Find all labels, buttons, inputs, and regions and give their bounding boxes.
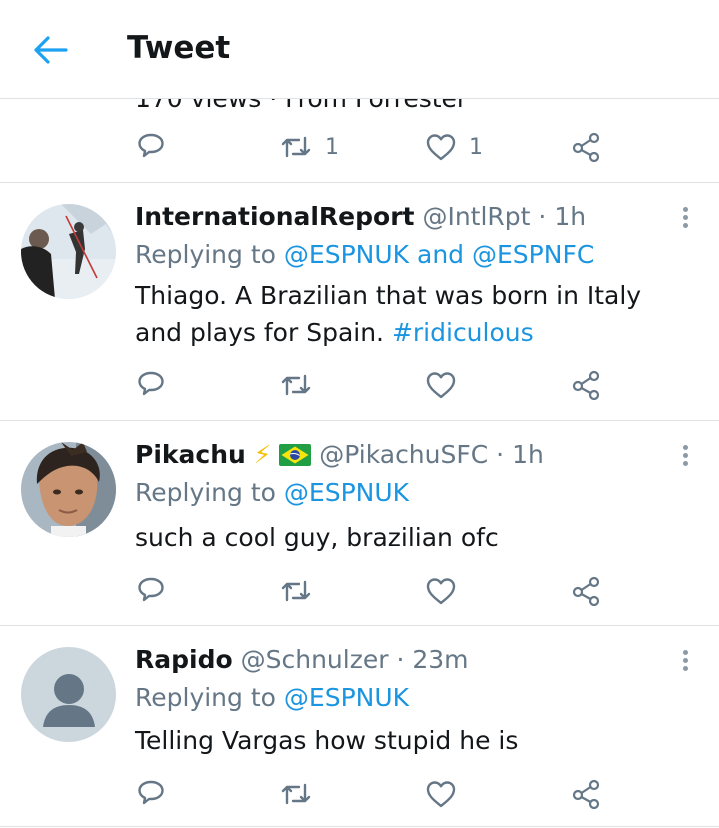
avatar[interactable] xyxy=(21,204,116,299)
avatar-image xyxy=(21,442,116,537)
share-icon xyxy=(572,370,600,400)
heart-icon xyxy=(426,372,456,399)
tweet-text: Thiago. A Brazilian that was born in Ita… xyxy=(135,277,695,351)
more-vertical-icon xyxy=(676,650,694,671)
tweet-actions xyxy=(0,365,719,405)
mention-link[interactable]: @ESPNUK xyxy=(284,683,409,712)
tweet-header: Rapido @Schnulzer · 23m xyxy=(135,645,469,674)
avatar[interactable] xyxy=(21,647,116,742)
tweet-text: such a cool guy, brazilian ofc xyxy=(135,519,695,556)
reply-button[interactable] xyxy=(136,127,166,167)
hashtag-link[interactable]: #ridiculous xyxy=(392,318,534,347)
tweet-body: Telling Vargas how stupid he is xyxy=(135,726,519,755)
share-button[interactable] xyxy=(571,571,601,611)
like-count: 1 xyxy=(469,134,483,160)
lightning-emoji: ⚡ xyxy=(253,440,272,469)
tweet-body: such a cool guy, brazilian ofc xyxy=(135,523,499,552)
user-name[interactable]: Pikachu xyxy=(135,440,246,469)
retweet-count: 1 xyxy=(325,134,339,160)
tweet-actions xyxy=(0,571,719,611)
mention-link[interactable]: @ESPNFC xyxy=(472,240,594,269)
user-name[interactable]: Rapido xyxy=(135,645,233,674)
replying-to: Replying to @ESPNUK xyxy=(135,478,409,507)
tweet-reply[interactable]: Pikachu ⚡ @PikachuSFC · 1h Replying to @… xyxy=(0,421,719,625)
share-icon xyxy=(572,132,600,162)
retweet-icon xyxy=(281,136,311,158)
tweet-text: Telling Vargas how stupid he is xyxy=(135,722,695,759)
more-vertical-icon xyxy=(676,445,694,466)
mention-link[interactable]: @ESPNUK xyxy=(284,478,409,507)
default-avatar-icon xyxy=(21,647,116,742)
retweet-icon xyxy=(281,783,311,805)
top-tweet-actions: 1 1 xyxy=(0,127,719,167)
tweet-time: 23m xyxy=(412,645,469,674)
replying-to-label: Replying to xyxy=(135,683,276,712)
page-title: Tweet xyxy=(127,30,231,66)
heart-icon xyxy=(426,578,456,605)
separator-dot: · xyxy=(538,202,547,231)
reply-button[interactable] xyxy=(136,774,166,814)
more-vertical-icon xyxy=(676,207,694,228)
share-button[interactable] xyxy=(571,127,601,167)
reply-bubble-icon xyxy=(138,780,164,805)
heart-icon xyxy=(426,781,456,808)
separator-dot: · xyxy=(496,440,505,469)
more-options-button[interactable] xyxy=(676,205,694,233)
tweet-reply[interactable]: InternationalReport @IntlRpt · 1h Replyi… xyxy=(0,183,719,419)
replying-to: Replying to @ESPNUK xyxy=(135,683,409,712)
clipped-tweet-meta: 170 views · From Forrester xyxy=(0,98,719,118)
user-handle[interactable]: @PikachuSFC xyxy=(319,440,488,469)
user-handle[interactable]: @IntlRpt xyxy=(422,202,530,231)
tweet-time: 1h xyxy=(512,440,544,469)
avatar-image xyxy=(21,204,116,299)
tweet-views-source: 170 views · From Forrester xyxy=(135,98,468,113)
reply-button[interactable] xyxy=(136,571,166,611)
replying-to: Replying to @ESPNUK and @ESPNFC xyxy=(135,240,594,269)
share-button[interactable] xyxy=(571,774,601,814)
replying-to-label: Replying to xyxy=(135,240,276,269)
heart-icon xyxy=(426,134,456,161)
arrow-left-icon xyxy=(34,36,68,64)
tweet-actions xyxy=(0,774,719,814)
tweet-body: Thiago. A Brazilian that was born in Ita… xyxy=(135,281,642,347)
user-name[interactable]: InternationalReport xyxy=(135,202,415,231)
avatar[interactable] xyxy=(21,442,116,537)
separator-dot: · xyxy=(396,645,405,674)
like-button[interactable] xyxy=(425,365,457,405)
like-button[interactable] xyxy=(425,774,457,814)
and-text: and xyxy=(417,240,465,269)
reply-bubble-icon xyxy=(138,133,164,158)
user-handle[interactable]: @Schnulzer xyxy=(241,645,389,674)
reply-bubble-icon xyxy=(138,371,164,396)
retweet-button[interactable] xyxy=(279,571,313,611)
tweet-header: InternationalReport @IntlRpt · 1h xyxy=(135,202,586,231)
reply-button[interactable] xyxy=(136,365,166,405)
retweet-button[interactable] xyxy=(279,774,313,814)
tweet-reply[interactable]: Rapido @Schnulzer · 23m Replying to @ESP… xyxy=(0,626,719,826)
retweet-button[interactable]: 1 xyxy=(279,127,339,167)
like-button[interactable] xyxy=(425,571,457,611)
tweet-time: 1h xyxy=(554,202,587,231)
back-button[interactable] xyxy=(30,33,70,67)
reply-bubble-icon xyxy=(138,577,164,602)
more-options-button[interactable] xyxy=(676,648,694,676)
replying-to-label: Replying to xyxy=(135,478,276,507)
brazil-flag-icon xyxy=(279,443,312,472)
mention-link[interactable]: @ESPNUK xyxy=(284,240,409,269)
like-button[interactable]: 1 xyxy=(425,127,483,167)
share-button[interactable] xyxy=(571,365,601,405)
retweet-icon xyxy=(281,374,311,396)
more-options-button[interactable] xyxy=(676,443,694,471)
app-header: Tweet xyxy=(0,0,719,99)
retweet-icon xyxy=(281,580,311,602)
share-icon xyxy=(572,576,600,606)
tweet-header: Pikachu ⚡ @PikachuSFC · 1h xyxy=(135,440,544,472)
retweet-button[interactable] xyxy=(279,365,313,405)
divider xyxy=(0,826,719,827)
share-icon xyxy=(572,779,600,809)
